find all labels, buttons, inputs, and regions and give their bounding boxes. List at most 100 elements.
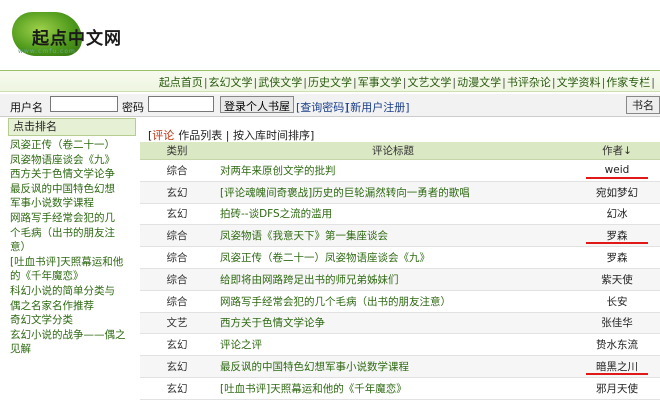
row-author-cell: 紫天使: [572, 268, 660, 291]
table-row: 玄幻 最反讽的中国特色幻想军事小说数学课程 暗黑之川: [140, 355, 660, 378]
book-name-button[interactable]: 书名: [626, 96, 660, 114]
nav-item[interactable]: 书评杂论: [507, 76, 551, 89]
row-title-link[interactable]: [评论魂魄间奇褒战]历史的巨轮漏然转向一勇者的歌唱: [214, 181, 572, 204]
nav-separator: |: [651, 76, 655, 89]
row-author-cell: 暗黑之川: [572, 355, 660, 378]
tab-sort-by-time[interactable]: 按入库时间排序: [233, 129, 310, 142]
row-author-link[interactable]: 罗森: [607, 252, 628, 264]
nav-separator: |: [303, 76, 307, 89]
row-author-link[interactable]: 罗森: [607, 230, 628, 242]
sidebar-item[interactable]: 的《千年魔恋》: [10, 269, 136, 284]
sidebar-list: 凤姿正传（卷二十一） 凤姿物语座谈会《九》 西方关于色情文学论争 最反讽的中国特色幻想…: [8, 136, 136, 357]
site-logo[interactable]: 起点中文网 www.cmfu.com: [10, 8, 140, 60]
nav-item[interactable]: 动漫文学: [457, 76, 501, 89]
sidebar-item[interactable]: 奇幻文学分类: [10, 313, 136, 328]
username-input[interactable]: [50, 96, 118, 112]
sidebar-item[interactable]: 科幻小说的简单分类与: [10, 284, 136, 299]
query-password-link[interactable]: [查询密码]: [296, 99, 349, 115]
header-author[interactable]: 作者↓: [572, 142, 660, 160]
nav-separator: |: [502, 76, 506, 89]
sidebar-click-ranking: 点击排名 凤姿正传（卷二十一） 凤姿物语座谈会《九》 西方关于色情文学论争 最反讽的中…: [8, 118, 136, 392]
row-author-link[interactable]: 紫天使: [601, 274, 633, 286]
row-category: 玄幻: [140, 355, 214, 378]
sidebar-item[interactable]: 意）: [10, 240, 136, 255]
password-label: 密码: [122, 101, 144, 114]
row-category: 综合: [140, 159, 214, 182]
row-author-link[interactable]: 贽水东流: [596, 339, 638, 351]
row-author-cell: 罗森: [572, 224, 660, 248]
row-author-cell: weid: [572, 159, 660, 182]
table-row: 玄幻 拍砖--谈DFS之流的滥用 幻冰: [140, 203, 660, 226]
bracket-close: ]: [310, 129, 315, 142]
password-input[interactable]: [148, 96, 214, 112]
row-category: 综合: [140, 268, 214, 291]
register-link[interactable]: [新用户注册]: [346, 99, 410, 115]
nav-item[interactable]: 起点首页: [159, 76, 203, 89]
row-title-link[interactable]: 网路写手经常会犯的几个毛病（出书的朋友注意）: [214, 290, 572, 313]
row-author-cell: 张佳华: [572, 312, 660, 335]
sidebar-item[interactable]: 最反讽的中国特色幻想: [10, 182, 136, 197]
row-author-cell: 宛如梦幻: [572, 181, 660, 204]
sidebar-item[interactable]: 西方关于色情文学论争: [10, 167, 136, 182]
tab-review[interactable]: 评论: [152, 129, 174, 142]
row-title-link[interactable]: 评论之评: [214, 333, 572, 357]
row-author-link[interactable]: 长安: [607, 296, 628, 308]
table-row: 玄幻 评论之评 贽水东流: [140, 333, 660, 357]
tab-list[interactable]: 作品列表: [178, 129, 222, 142]
nav-separator: |: [352, 76, 357, 89]
row-author-link[interactable]: weid: [605, 164, 630, 176]
row-category: 玄幻: [140, 377, 214, 400]
nav-item[interactable]: 作家专栏: [606, 76, 650, 89]
table-row: 综合 给即将由网路跨足出书的师兄弟姊妹们 紫天使: [140, 268, 660, 291]
nav-item[interactable]: 文艺文学: [407, 76, 451, 89]
row-title-link[interactable]: [吐血书评]天照幕运和他的《千年魔恋》: [214, 377, 572, 400]
table-row: 文艺 西方关于色情文学论争 张佳华: [140, 312, 660, 335]
sidebar-item[interactable]: 凤姿物语座谈会《九》: [10, 153, 136, 168]
nav-item[interactable]: 历史文学: [308, 76, 352, 89]
logo-text: 起点中文网: [32, 29, 122, 49]
row-title-link[interactable]: 凤姿正传（卷二十一）凤姿物语座谈会《九》: [214, 246, 572, 269]
sidebar-item[interactable]: [吐血书评]天照幕运和他: [10, 255, 136, 270]
main-tabs: [评论 作品列表 | 按入库时间排序]: [148, 127, 314, 143]
row-author-link[interactable]: 暗黑之川: [596, 361, 638, 373]
row-author-link[interactable]: 张佳华: [601, 317, 633, 329]
sidebar-item[interactable]: 玄幻小说的战争——偶之: [10, 328, 136, 343]
nav-separator: |: [601, 76, 606, 89]
sidebar-item[interactable]: 偶之名家名作推荐: [10, 299, 136, 314]
row-title-link[interactable]: 最反讽的中国特色幻想军事小说数学课程: [214, 355, 572, 378]
row-title-link[interactable]: 凤姿物语《我意天下》第一集座谈会: [214, 224, 572, 248]
nav-separator: |: [402, 76, 407, 89]
row-author-cell: 长安: [572, 290, 660, 313]
row-category: 玄幻: [140, 333, 214, 357]
nav-item[interactable]: 军事文学: [358, 76, 402, 89]
table-row: 玄幻 [评论魂魄间奇褒战]历史的巨轮漏然转向一勇者的歌唱 宛如梦幻: [140, 181, 660, 204]
row-title-link[interactable]: 西方关于色情文学论争: [214, 312, 572, 335]
sidebar-item[interactable]: 军事小说数学课程: [10, 196, 136, 211]
logo-url: www.cmfu.com: [18, 48, 76, 55]
nav-separator: |: [551, 76, 556, 89]
nav-separator: |: [452, 76, 457, 89]
row-category: 文艺: [140, 312, 214, 335]
sidebar-item[interactable]: 个毛病（出书的朋友注: [10, 226, 136, 241]
row-category: 玄幻: [140, 181, 214, 204]
nav-item[interactable]: 玄幻文学: [209, 76, 253, 89]
row-author-link[interactable]: 宛如梦幻: [596, 187, 638, 199]
login-bar: 用户名 密码 登录个人书屋 [查询密码] [新用户注册]: [0, 94, 660, 117]
row-author-link[interactable]: 幻冰: [607, 208, 628, 220]
row-author-cell: 幻冰: [572, 203, 660, 226]
table-row: 玄幻 [吐血书评]天照幕运和他的《千年魔恋》 邪月天使: [140, 377, 660, 400]
review-table: 类别 评论标题 作者↓ 综合 对两年来原创文学的批判 weid 玄幻 [评论魂魄间奇褒战…: [140, 142, 660, 400]
nav-item[interactable]: 武侠文学: [258, 76, 302, 89]
row-author-link[interactable]: 邪月天使: [596, 383, 638, 395]
row-title-link[interactable]: 给即将由网路跨足出书的师兄弟姊妹们: [214, 268, 572, 291]
row-title-link[interactable]: 拍砖--谈DFS之流的滥用: [214, 203, 572, 226]
sidebar-title: 点击排名: [8, 118, 136, 136]
nav-item[interactable]: 文学资料: [557, 76, 601, 89]
sidebar-item[interactable]: 见解: [10, 342, 136, 357]
row-title-link[interactable]: 对两年来原创文学的批判: [214, 159, 572, 182]
login-button[interactable]: 登录个人书屋: [220, 96, 294, 113]
header-title: 评论标题: [214, 142, 572, 160]
sidebar-item[interactable]: 网路写手经常会犯的几: [10, 211, 136, 226]
table-row: 综合 网路写手经常会犯的几个毛病（出书的朋友注意） 长安: [140, 290, 660, 313]
sidebar-item[interactable]: 凤姿正传（卷二十一）: [10, 138, 136, 153]
